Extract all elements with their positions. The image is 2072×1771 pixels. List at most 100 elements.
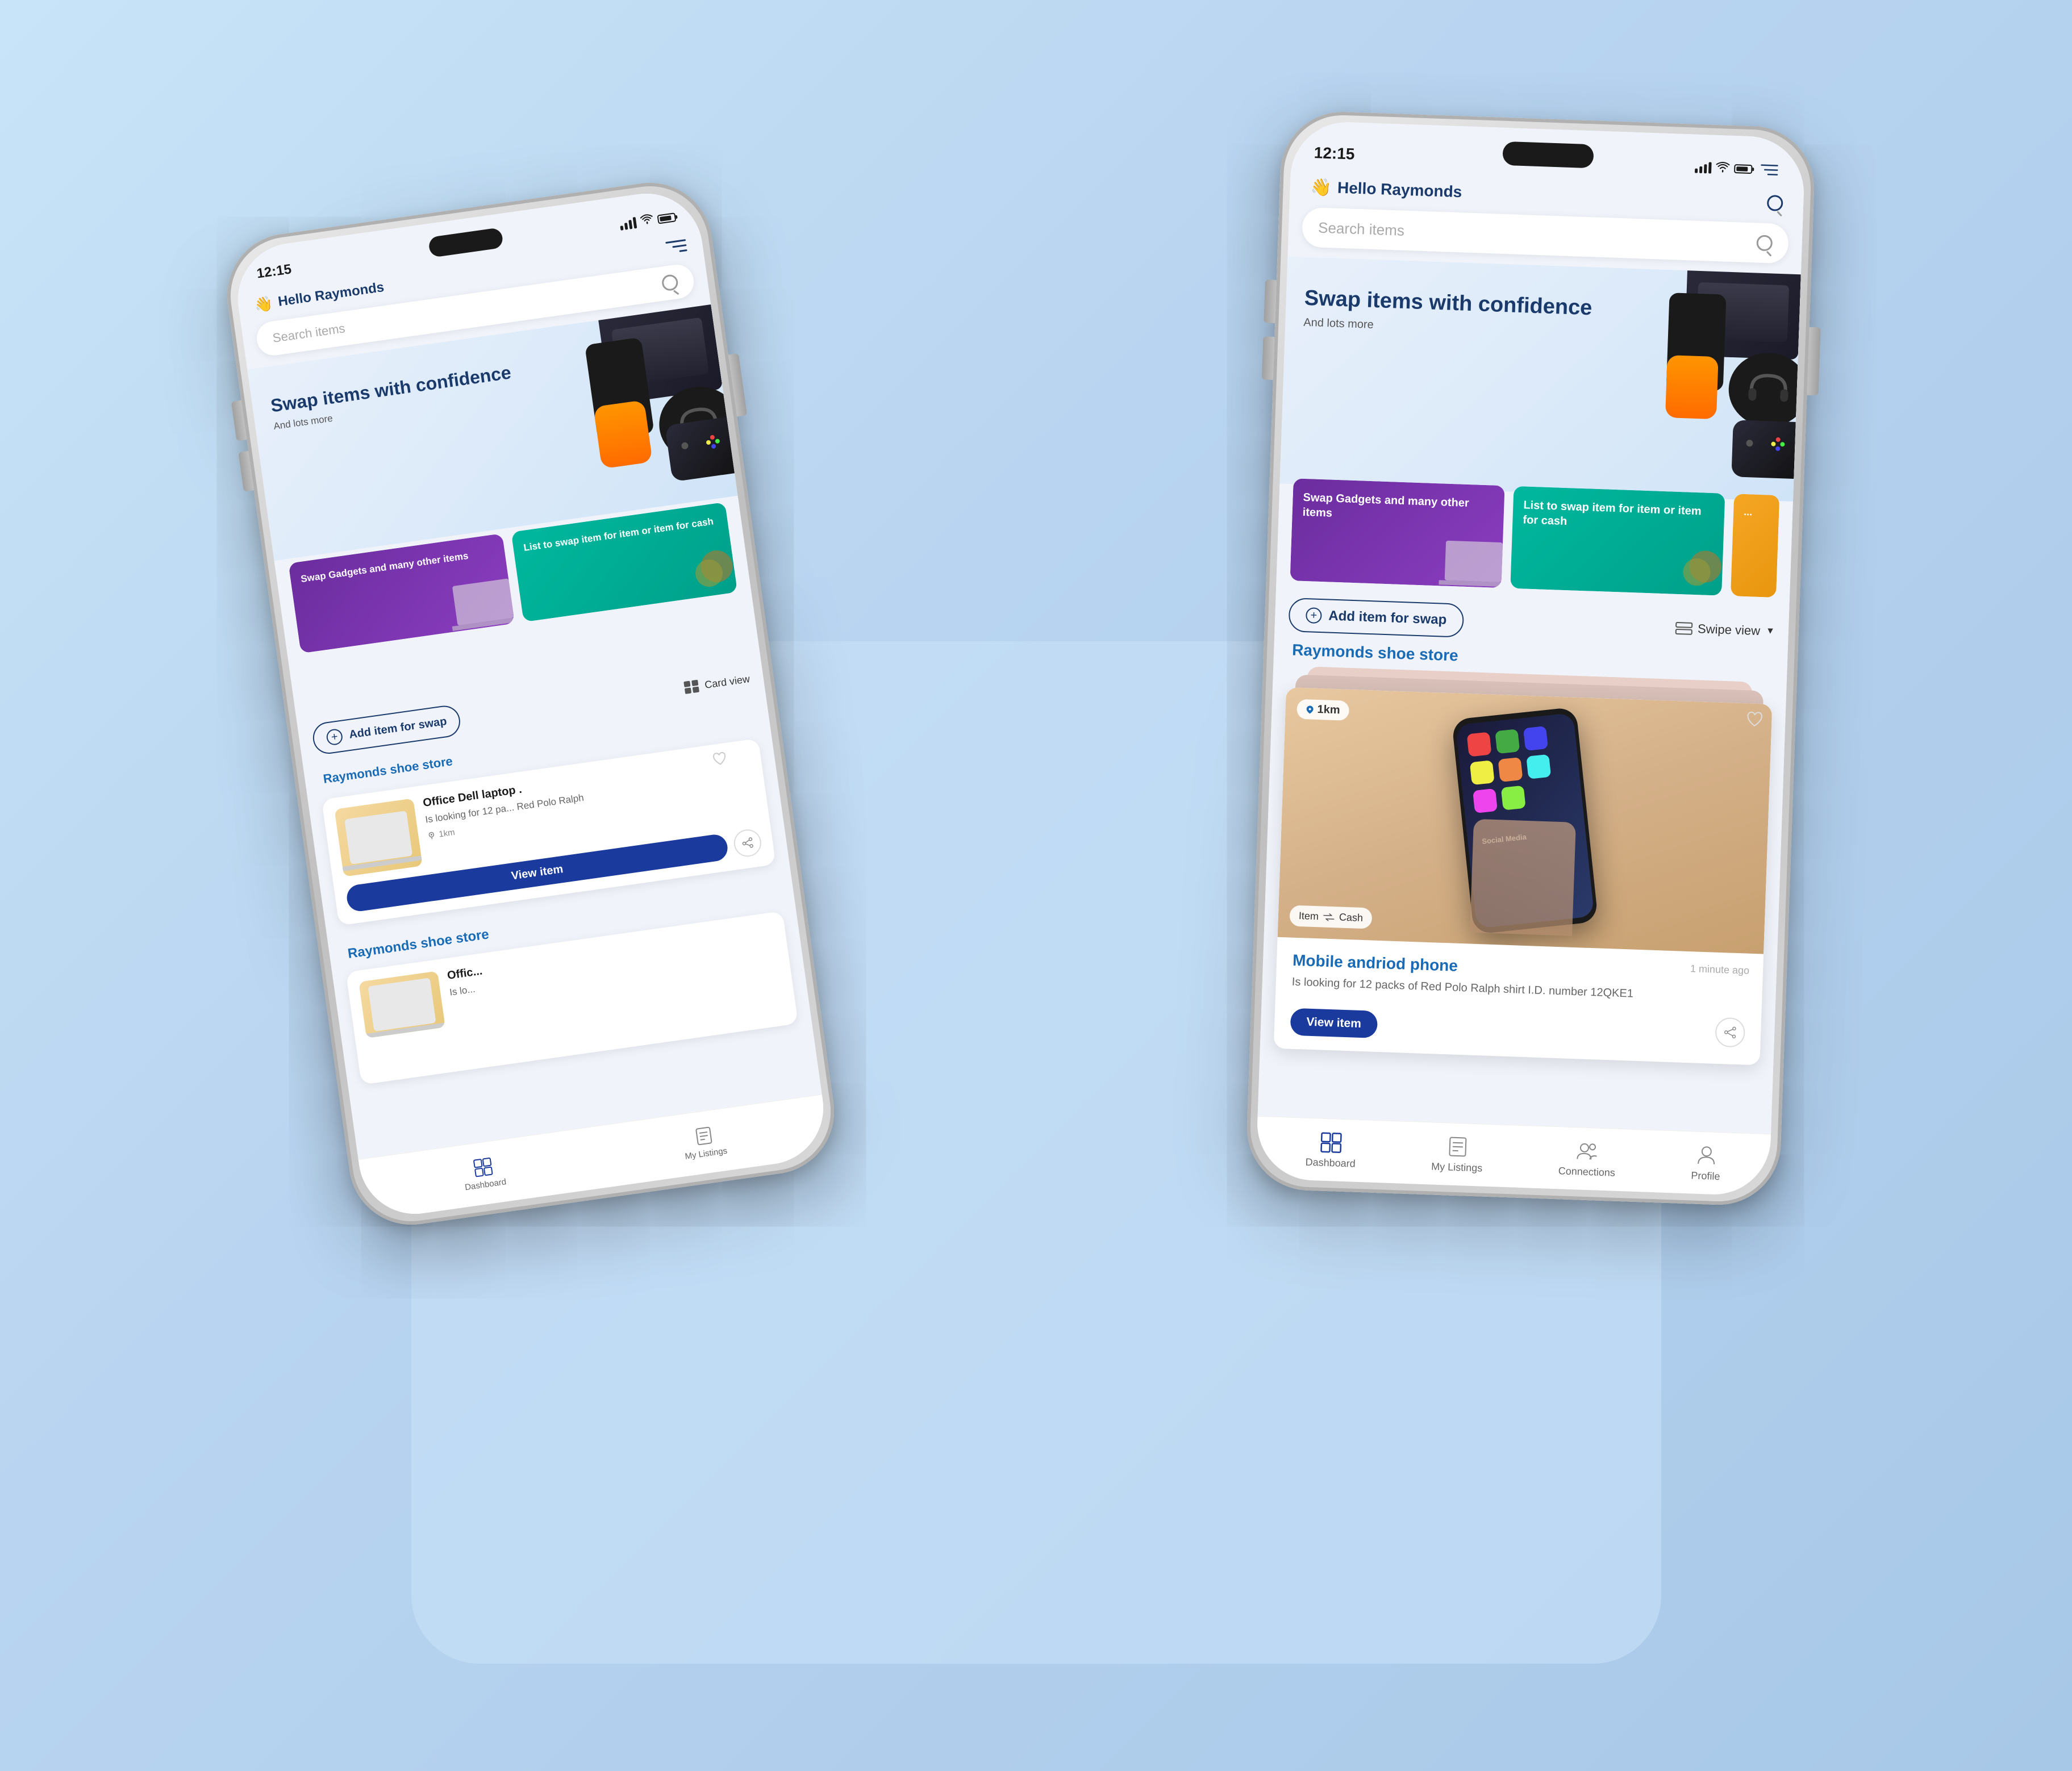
vol-down-btn-left[interactable] [238,451,254,492]
filter-line-3 [679,249,687,252]
vol-up-btn-right[interactable] [1264,279,1277,323]
status-icons-left [619,210,676,231]
store-label-left: Raymonds shoe store [322,754,453,787]
app-icon-7 [1473,788,1498,813]
nav-dashboard-right[interactable]: Dashboard [1305,1130,1356,1170]
swap-item-label: Item [1298,910,1319,922]
filter-line-1 [665,239,686,244]
laptop-shape-left [452,578,514,625]
nav-connections-label-right: Connections [1558,1165,1615,1179]
signal-bars-right [1694,162,1711,174]
share-btn-left[interactable] [732,828,762,858]
cat-img-cash-left [668,541,737,607]
power-btn-right[interactable] [1807,327,1820,396]
search-magnify-left [661,274,679,292]
hero-image-right [1566,257,1800,479]
dashboard-icon-left [470,1156,495,1178]
card-view-icon-left [683,680,700,694]
view-toggle-right[interactable]: Swipe view ▼ [1675,621,1775,639]
distance-text-right: 1km [1317,703,1340,717]
share-icon-swipe [1723,1026,1736,1039]
signal-bar-r4 [1708,162,1711,173]
location-icon-left [427,831,436,840]
power-btn-left[interactable] [728,353,747,416]
location-badge-icon [1306,705,1314,714]
share-btn-swipe-right[interactable] [1715,1017,1745,1048]
status-time-right: 12:15 [1314,144,1355,163]
app-icon-5 [1498,757,1523,782]
product-info-2-left: Offic... Is lo... [446,924,780,1026]
nav-profile-label-right: Profile [1691,1169,1720,1183]
app-icon-3 [1523,726,1548,751]
cat-card-more-right[interactable]: ... [1731,494,1779,598]
heart-icon-left[interactable] [712,752,727,766]
action-row-right: + Add item for swap Swipe view ▼ [1288,598,1775,649]
search-icon-header-right[interactable] [1766,195,1783,211]
cat-card-cash-right[interactable]: List to swap item for item or item for c… [1510,486,1725,596]
filter-icon-left[interactable] [665,237,687,256]
nav-listings-label-left: My Listings [684,1146,728,1162]
swipe-view-icon-right [1675,621,1692,636]
app-icon-4 [1469,760,1494,785]
cat-card-gadgets-right[interactable]: Swap Gadgets and many other items [1290,478,1504,588]
status-icons-right [1694,160,1782,178]
phone-right: 12:15 [1245,110,1816,1207]
filter-line-2 [672,244,686,247]
filter-icon-right[interactable] [1761,162,1782,178]
dashboard-icon-right [1317,1130,1345,1154]
add-swap-btn-right[interactable]: + Add item for swap [1288,598,1464,638]
cat-title-gadgets-right: Swap Gadgets and many other items [1302,490,1494,527]
connections-icon-right [1573,1139,1601,1163]
app-icon-2 [1495,729,1520,754]
share-icon-left [741,837,754,850]
plus-circle-left: + [325,728,343,746]
search-magnify-right [1756,235,1773,251]
nav-listings-label-right: My Listings [1431,1160,1482,1174]
laptop-icon-2-left [368,978,436,1031]
hero-banner-right: Swap items with confidence And lots more [1279,257,1800,502]
watch-right [1665,355,1718,419]
wifi-icon-right [1715,161,1729,176]
gamepad-right [1731,420,1800,479]
profile-icon-right [1692,1143,1720,1167]
greeting-text-right: Hello Raymonds [1337,179,1462,202]
listings-icon-left [691,1125,716,1147]
add-swap-btn-left[interactable]: + Add item for swap [311,704,462,756]
header-icons-left [665,237,687,256]
cat-title-cash-right: List to swap item for item or item for c… [1523,498,1715,534]
signal-bar-2 [624,223,628,230]
product-img-2-left [358,971,445,1038]
view-item-btn-swipe-right[interactable]: View item [1290,1008,1377,1038]
cat-title-more-right: ... [1743,506,1769,520]
watch-left [593,400,652,469]
greeting-emoji-right: 👋 [1310,177,1332,197]
cat-img-cash-right [1658,542,1725,596]
nav-profile-right[interactable]: Profile [1691,1143,1721,1183]
hero-title-right: Swap items with confidence [1304,286,1592,321]
vol-down-btn-right[interactable] [1261,336,1274,380]
nav-dashboard-label-right: Dashboard [1305,1156,1356,1170]
battery-icon-left [657,212,676,224]
nav-listings-left[interactable]: My Listings [681,1123,727,1162]
distance-text-left: 1km [438,828,455,839]
action-row-left: + Add item for swap Card view [311,663,752,755]
product-img-left [334,798,422,876]
dynamic-island-right [1502,141,1594,169]
heart-icon-right[interactable] [1746,712,1762,730]
swipe-info-right: 1 minute ago Mobile andriod phone Is loo… [1273,937,1763,1066]
signal-bar-r3 [1703,164,1707,173]
add-swap-text-left: Add item for swap [348,715,447,741]
swipe-card-right: Social Media 1km [1273,687,1772,1065]
nav-listings-right[interactable]: My Listings [1431,1134,1483,1174]
vol-up-btn-left[interactable] [231,400,247,441]
phone-left: 12:15 [219,175,842,1233]
swap-type-badge-right: Item Cash [1289,905,1372,929]
greeting-right: 👋 Hello Raymonds [1310,177,1462,202]
view-toggle-left[interactable]: Card view [683,673,751,694]
swipe-card-img-right: Social Media 1km [1277,687,1772,954]
plus-circle-right: + [1305,607,1321,624]
add-swap-text-right: Add item for swap [1328,608,1446,628]
wifi-icon-left [640,214,654,228]
nav-dashboard-left[interactable]: Dashboard [461,1155,507,1193]
nav-connections-right[interactable]: Connections [1558,1139,1616,1179]
